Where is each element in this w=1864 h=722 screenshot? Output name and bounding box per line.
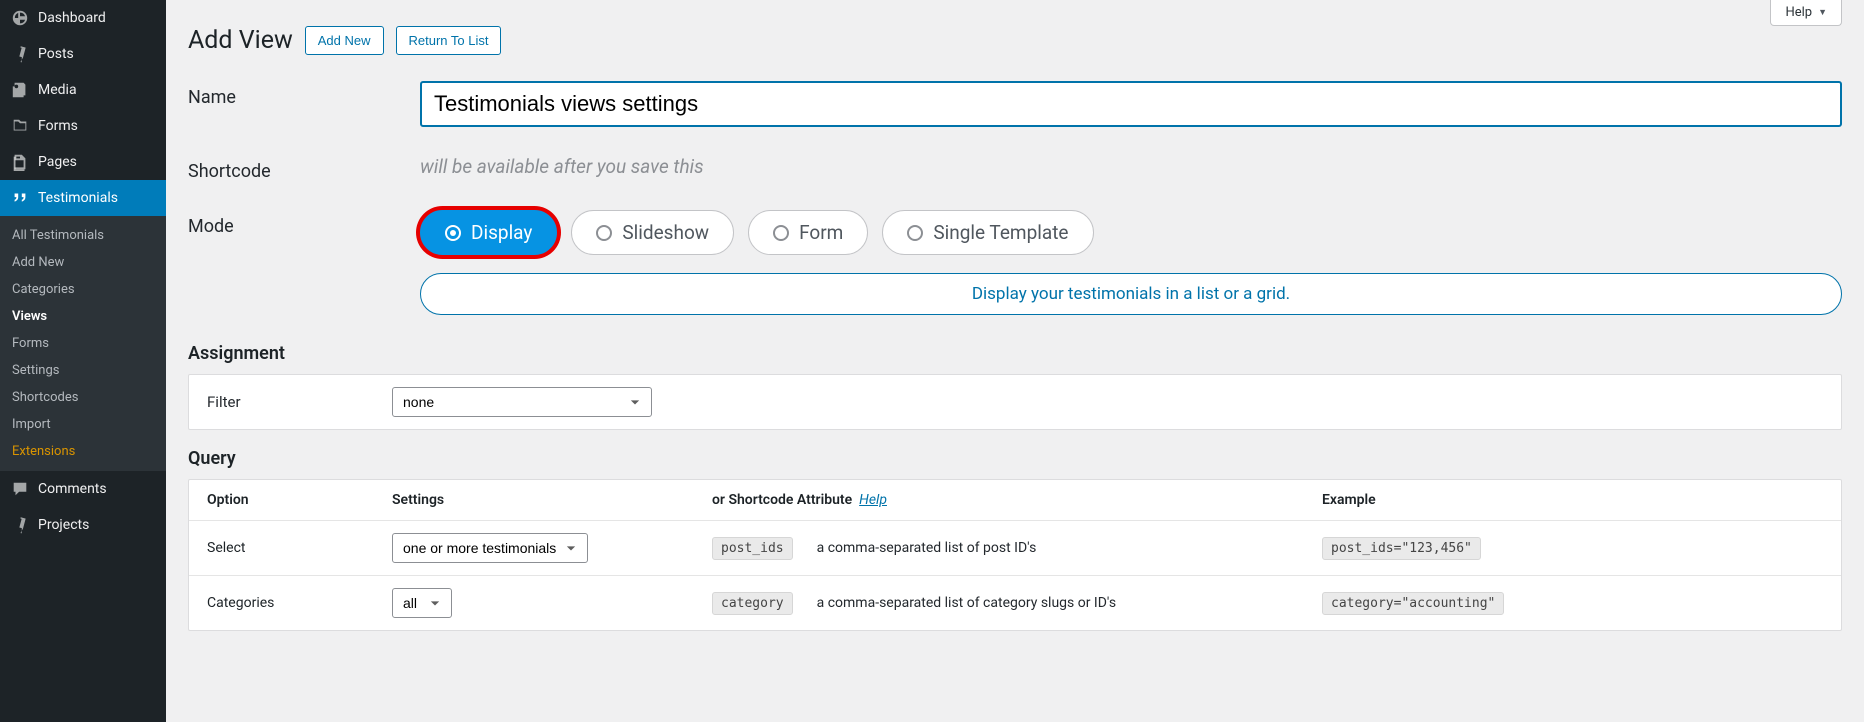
attr-desc: a comma-separated list of category slugs… xyxy=(817,595,1116,611)
mode-label: Mode xyxy=(188,210,420,237)
shortcode-label: Shortcode xyxy=(188,155,420,182)
sub-views[interactable]: Views xyxy=(0,303,166,330)
name-input[interactable] xyxy=(420,81,1842,127)
return-to-list-button[interactable]: Return To List xyxy=(396,26,502,55)
col-settings: Settings xyxy=(392,492,712,508)
mode-label-text: Slideshow xyxy=(622,221,709,244)
nav-label: Forms xyxy=(38,118,78,134)
col-option: Option xyxy=(207,492,392,508)
attr-example: post_ids="123,456" xyxy=(1322,537,1481,560)
shortcode-note: will be available after you save this xyxy=(420,155,704,178)
name-label: Name xyxy=(188,81,420,108)
nav-posts[interactable]: Posts xyxy=(0,36,166,72)
sub-add-new[interactable]: Add New xyxy=(0,249,166,276)
assignment-title: Assignment xyxy=(188,343,1842,364)
help-tab[interactable]: Help ▼ xyxy=(1770,0,1842,26)
mode-label-text: Form xyxy=(799,221,843,244)
nav-projects[interactable]: Projects xyxy=(0,507,166,543)
nav-forms[interactable]: Forms xyxy=(0,108,166,144)
select-categories[interactable]: all xyxy=(392,588,452,618)
mode-label-text: Single Template xyxy=(933,221,1068,244)
quote-icon xyxy=(10,188,30,208)
nav-media[interactable]: Media xyxy=(0,72,166,108)
nav-testimonials[interactable]: Testimonials xyxy=(0,180,166,216)
main-content: Help ▼ Add View Add New Return To List N… xyxy=(166,0,1864,722)
nav-label: Testimonials xyxy=(38,190,118,206)
sub-all-testimonials[interactable]: All Testimonials xyxy=(0,222,166,249)
help-link[interactable]: Help xyxy=(859,492,887,508)
query-row-select: Select one or more testimonials post_ids… xyxy=(189,521,1841,576)
nav-comments[interactable]: Comments xyxy=(0,471,166,507)
nav-label: Dashboard xyxy=(38,10,106,26)
query-title: Query xyxy=(188,448,1842,469)
query-header: Option Settings or Shortcode Attribute H… xyxy=(189,480,1841,521)
attr-example: category="accounting" xyxy=(1322,592,1504,615)
sub-forms[interactable]: Forms xyxy=(0,330,166,357)
nav-label: Media xyxy=(38,82,77,98)
radio-icon xyxy=(596,225,612,241)
media-icon xyxy=(10,80,30,100)
filter-label: Filter xyxy=(207,393,392,411)
attr-desc: a comma-separated list of post ID's xyxy=(817,540,1037,556)
assignment-panel: Filter none xyxy=(188,374,1842,430)
mode-pills: Display Slideshow Form Single Template xyxy=(420,210,1842,255)
nav-pages[interactable]: Pages xyxy=(0,144,166,180)
caret-down-icon: ▼ xyxy=(1818,7,1827,18)
mode-label-text: Display xyxy=(471,221,532,244)
mode-display[interactable]: Display xyxy=(420,210,557,255)
admin-sidebar: Dashboard Posts Media Forms Pages xyxy=(0,0,166,722)
pages-icon xyxy=(10,152,30,172)
select-testimonials[interactable]: one or more testimonials xyxy=(392,533,588,563)
sub-settings[interactable]: Settings xyxy=(0,357,166,384)
sub-categories[interactable]: Categories xyxy=(0,276,166,303)
nav-dashboard[interactable]: Dashboard xyxy=(0,0,166,36)
pin-icon xyxy=(10,44,30,64)
nav-label: Projects xyxy=(38,517,89,533)
sub-extensions[interactable]: Extensions xyxy=(0,438,166,465)
testimonials-subnav: All Testimonials Add New Categories View… xyxy=(0,216,166,471)
help-label: Help xyxy=(1785,5,1812,20)
row-option: Categories xyxy=(207,595,392,611)
filter-select[interactable]: none xyxy=(392,387,652,417)
forms-icon xyxy=(10,116,30,136)
query-panel: Option Settings or Shortcode Attribute H… xyxy=(188,479,1842,631)
mode-slideshow[interactable]: Slideshow xyxy=(571,210,734,255)
radio-icon xyxy=(907,225,923,241)
row-option: Select xyxy=(207,540,392,556)
sub-import[interactable]: Import xyxy=(0,411,166,438)
col-attr: or Shortcode Attribute Help xyxy=(712,492,1322,508)
sub-shortcodes[interactable]: Shortcodes xyxy=(0,384,166,411)
nav-label: Comments xyxy=(38,481,107,497)
mode-form[interactable]: Form xyxy=(748,210,868,255)
add-new-button[interactable]: Add New xyxy=(305,26,384,55)
attr-code: post_ids xyxy=(712,537,793,560)
mode-single-template[interactable]: Single Template xyxy=(882,210,1093,255)
nav-label: Pages xyxy=(38,154,77,170)
comment-icon xyxy=(10,479,30,499)
col-example: Example xyxy=(1322,492,1823,508)
query-row-categories: Categories all category a comma-separate… xyxy=(189,576,1841,630)
dashboard-icon xyxy=(10,8,30,28)
page-title: Add View xyxy=(188,26,293,55)
attr-code: category xyxy=(712,592,793,615)
pin-icon xyxy=(10,515,30,535)
mode-description: Display your testimonials in a list or a… xyxy=(420,273,1842,315)
radio-icon xyxy=(445,225,461,241)
radio-icon xyxy=(773,225,789,241)
nav-label: Posts xyxy=(38,46,74,62)
